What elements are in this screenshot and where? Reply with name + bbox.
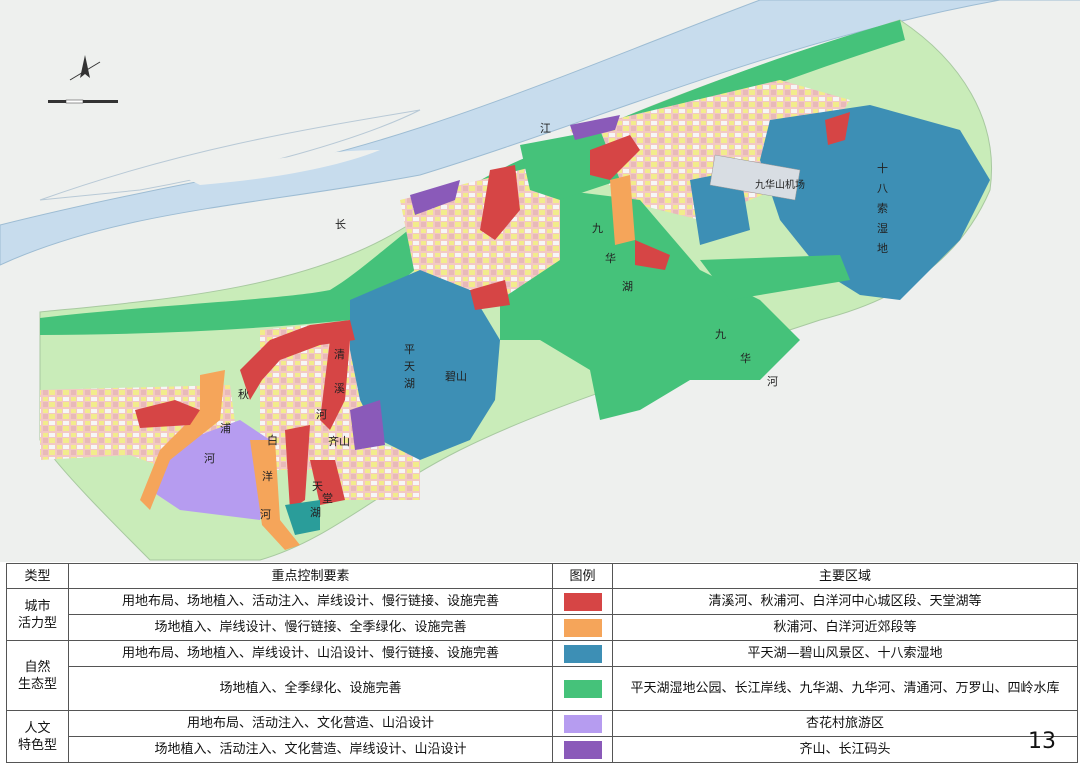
- type-cultural-feature: 人文 特色型: [6, 710, 69, 763]
- legend-swatch: [563, 714, 602, 733]
- row-elements: 用地布局、活动注入、文化营造、山沿设计: [68, 710, 553, 737]
- row-areas: 齐山、长江码头: [612, 736, 1078, 763]
- row-legend: [552, 710, 613, 737]
- map-canvas: 长 江 九华山机场 十 八 索 湿 地 九 华 湖 九 华 河 平 天 湖 碧山…: [0, 0, 1080, 562]
- row-legend: [552, 614, 613, 641]
- label-shibasuo-5: 地: [877, 242, 888, 255]
- label-qiupu-2: 浦: [220, 422, 231, 435]
- table-row: 场地植入、活动注入、文化营造、岸线设计、山沿设计 齐山、长江码头: [7, 736, 1078, 763]
- row-legend: [552, 736, 613, 763]
- type-natural-ecology: 自然 生态型: [6, 640, 69, 711]
- legend-table: 类型 重点控制要素 图例 主要区域 城市 活力型 用地布局、场地植入、活动注入、岸…: [6, 563, 1078, 763]
- label-baiyang-3: 河: [260, 508, 271, 521]
- page-number: 13: [1028, 729, 1056, 754]
- legend-swatch: [563, 618, 602, 637]
- label-jiuhuahe-3: 河: [767, 375, 778, 388]
- label-pingtianhu-3: 湖: [404, 377, 415, 390]
- legend-swatch: [563, 644, 602, 663]
- table-row: 自然 生态型 用地布局、场地植入、岸线设计、山沿设计、慢行链接、设施完善 平天湖—…: [6, 640, 1078, 711]
- row-elements: 用地布局、场地植入、活动注入、岸线设计、慢行链接、设施完善: [68, 588, 553, 615]
- row-areas: 平天湖—碧山风景区、十八索湿地: [612, 640, 1078, 667]
- label-shibasuo-1: 十: [877, 161, 888, 175]
- label-jiuhuahu-1: 九: [592, 222, 603, 235]
- label-yangtze-2: 江: [540, 122, 551, 135]
- label-qingxi-3: 河: [316, 408, 327, 421]
- label-shibasuo-3: 索: [877, 201, 888, 215]
- table-row: 城市 活力型 用地布局、场地植入、活动注入、岸线设计、慢行链接、设施完善 清溪河、…: [6, 588, 1078, 641]
- row-legend: [552, 588, 613, 615]
- row-legend: [552, 666, 613, 711]
- header-elements: 重点控制要素: [68, 563, 553, 589]
- label-qiupu-1: 秋: [238, 387, 249, 401]
- label-pingtianhu-1: 平: [404, 343, 415, 356]
- header-areas: 主要区域: [612, 563, 1078, 589]
- row-elements: 用地布局、场地植入、岸线设计、山沿设计、慢行链接、设施完善: [68, 640, 553, 667]
- type-urban-vitality: 城市 活力型: [6, 588, 69, 641]
- label-jiuhuahu-2: 华: [605, 251, 616, 265]
- label-qiupu-3: 河: [204, 452, 215, 465]
- label-jiuhuahe-1: 九: [715, 328, 726, 341]
- label-pingtianhu-2: 天: [404, 360, 415, 373]
- label-shibasuo-4: 湿: [877, 222, 888, 235]
- label-tiantang-2: 堂: [322, 492, 333, 505]
- label-jiuhuashan-airport: 九华山机场: [755, 178, 805, 191]
- label-yangtze-1: 长: [335, 218, 346, 231]
- label-qingxi-2: 溪: [334, 382, 345, 395]
- table-header-row: 类型 重点控制要素 图例 主要区域: [6, 563, 1078, 589]
- label-qishan: 齐山: [328, 434, 350, 448]
- table-row: 场地植入、岸线设计、慢行链接、全季绿化、设施完善 秋浦河、白洋河近郊段等: [7, 614, 1078, 641]
- label-jiuhuahu-3: 湖: [622, 280, 633, 293]
- row-areas: 清溪河、秋浦河、白洋河中心城区段、天堂湖等: [612, 588, 1078, 615]
- label-jiuhuahe-2: 华: [740, 351, 751, 365]
- legend-swatch: [563, 740, 602, 759]
- table-row: 场地植入、全季绿化、设施完善 平天湖湿地公园、长江岸线、九华湖、九华河、清通河、…: [7, 666, 1078, 711]
- row-elements: 场地植入、岸线设计、慢行链接、全季绿化、设施完善: [68, 614, 553, 641]
- label-tiantang-3: 湖: [310, 506, 321, 519]
- header-legend: 图例: [552, 563, 613, 589]
- row-areas: 平天湖湿地公园、长江岸线、九华湖、九华河、清通河、万罗山、四岭水库: [612, 666, 1078, 711]
- label-bishan: 碧山: [445, 370, 467, 383]
- planning-map: 长 江 九华山机场 十 八 索 湿 地 九 华 湖 九 华 河 平 天 湖 碧山…: [0, 0, 1080, 562]
- label-baiyang-1: 白: [267, 433, 278, 447]
- label-qingxi-1: 清: [334, 348, 345, 361]
- table-row: 人文 特色型 用地布局、活动注入、文化营造、山沿设计 杏花村旅游区: [6, 710, 1078, 763]
- legend-swatch: [563, 679, 602, 698]
- scale-bar-icon: [48, 99, 118, 104]
- row-elements: 场地植入、全季绿化、设施完善: [68, 666, 553, 711]
- row-legend: [552, 640, 613, 667]
- label-shibasuo-2: 八: [877, 182, 888, 195]
- legend-swatch: [563, 592, 602, 611]
- header-type: 类型: [6, 563, 69, 589]
- row-areas: 秋浦河、白洋河近郊段等: [612, 614, 1078, 641]
- row-elements: 场地植入、活动注入、文化营造、岸线设计、山沿设计: [68, 736, 553, 763]
- row-areas: 杏花村旅游区: [612, 710, 1078, 737]
- label-baiyang-2: 洋: [262, 469, 273, 483]
